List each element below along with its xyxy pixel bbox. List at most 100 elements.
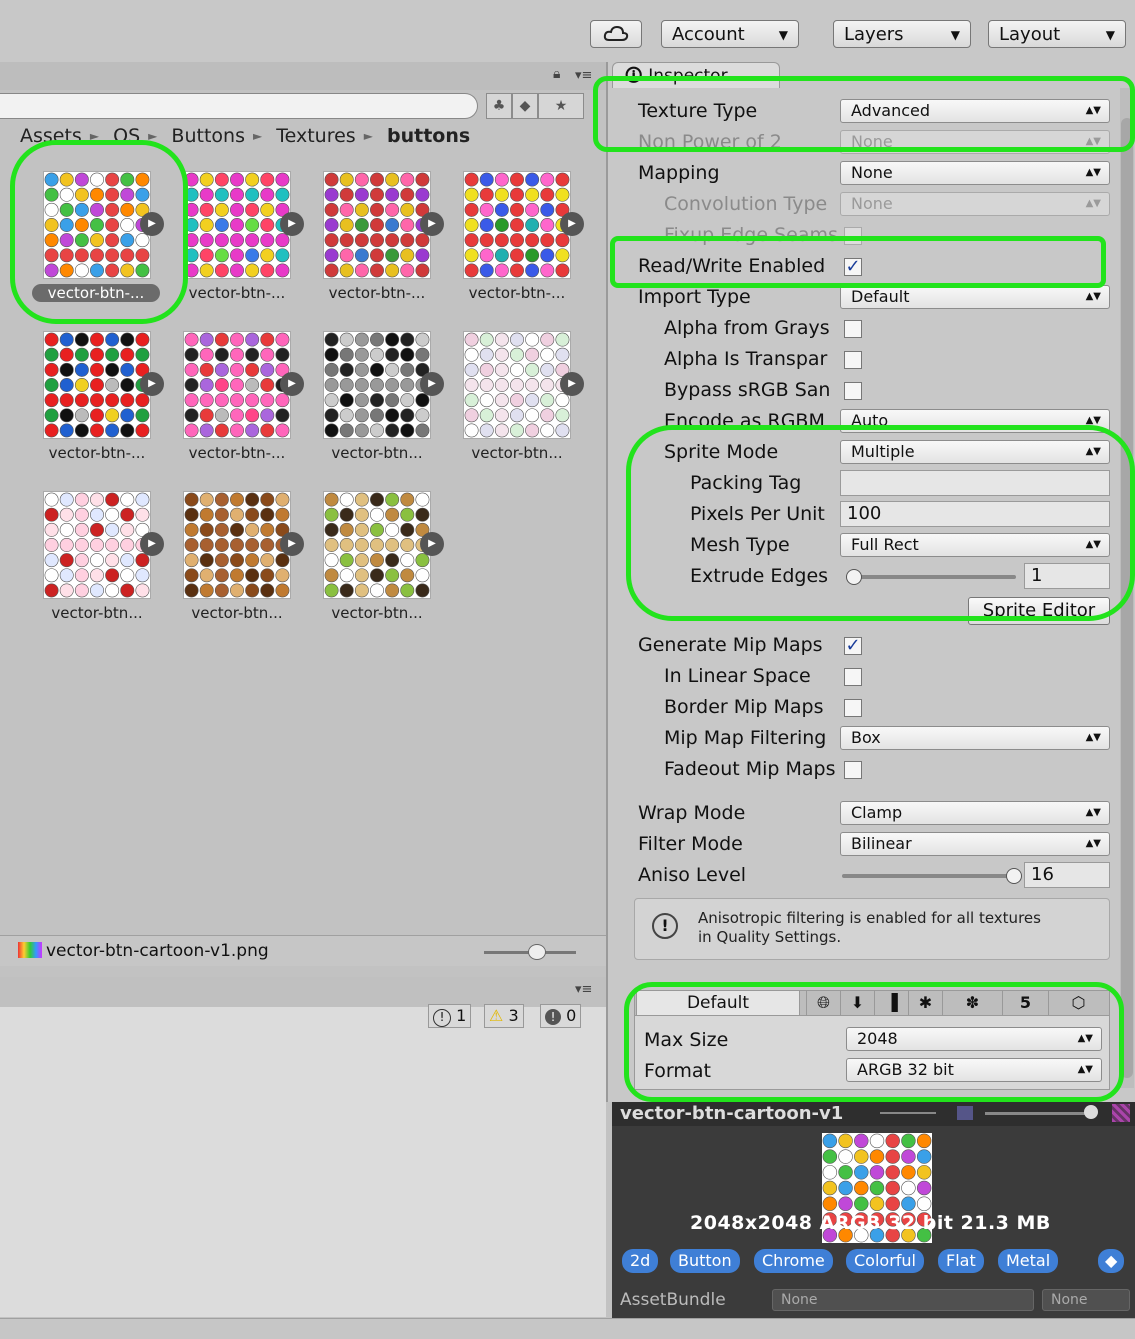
aniso-level-slider[interactable] [842, 874, 1018, 878]
play-icon[interactable]: ▶ [560, 212, 584, 236]
updown-arrow-icon: ▲▼ [1077, 1064, 1093, 1075]
console-log-area[interactable] [0, 1007, 606, 1317]
asset-tile[interactable]: ▶ vector-btn... [30, 492, 164, 642]
rgb-channel-icon[interactable] [957, 1106, 973, 1120]
iphone-platform-icon[interactable]: ▐ [874, 990, 908, 1016]
packing-tag-input[interactable] [840, 470, 1110, 496]
assetbundle-dropdown[interactable]: None [772, 1289, 1034, 1311]
border-mip-maps-checkbox[interactable] [844, 699, 862, 717]
extrude-edges-input[interactable]: 1 [1024, 563, 1110, 589]
play-icon[interactable]: ▶ [420, 372, 444, 396]
filter-label-icon[interactable]: ◆ [512, 93, 538, 119]
asset-tile[interactable]: ▶ vector-btn-... [310, 172, 444, 322]
project-search-input[interactable] [0, 93, 478, 119]
sprite-editor-button[interactable]: Sprite Editor [968, 597, 1110, 625]
aniso-level-slider-handle[interactable] [1006, 868, 1022, 884]
asset-tile[interactable]: ▶ vector-btn... [450, 332, 584, 482]
non-power-of-2-dropdown[interactable]: None ▲▼ [840, 130, 1110, 154]
lock-icon[interactable]: 🔒︎ [553, 66, 560, 82]
alpha-channel-icon[interactable] [1112, 1104, 1130, 1122]
updown-arrow-icon: ▲▼ [1085, 446, 1101, 457]
asset-label-tag[interactable]: Metal [998, 1249, 1059, 1273]
blackberry-platform-icon[interactable]: ✽ [942, 990, 1002, 1016]
filter-mode-dropdown[interactable]: Bilinear ▲▼ [840, 832, 1110, 856]
info-count-toggle[interactable]: ! 1 [428, 1004, 472, 1028]
error-count-toggle[interactable]: ! 0 [540, 1004, 582, 1028]
extrude-edges-slider[interactable] [846, 575, 1016, 579]
asset-tile[interactable]: ▶ vector-btn-... [30, 332, 164, 482]
in-linear-space-checkbox[interactable] [844, 668, 862, 686]
mesh-type-dropdown[interactable]: Full Rect ▲▼ [840, 533, 1110, 557]
panel-menu-icon[interactable]: ▾≡ [575, 982, 592, 997]
warning-count-toggle[interactable]: ⚠ 3 [484, 1004, 524, 1028]
html5-platform-icon[interactable]: 5 [1002, 990, 1048, 1016]
windows-store-platform-icon[interactable]: ⬡ [1048, 990, 1108, 1016]
asset-label-tag[interactable]: 2d [622, 1249, 659, 1273]
sprite-mode-dropdown[interactable]: Multiple ▲▼ [840, 440, 1110, 464]
asset-label-tag[interactable]: Colorful [846, 1249, 924, 1273]
max-size-dropdown[interactable]: 2048 ▲▼ [846, 1027, 1102, 1051]
layers-dropdown[interactable]: Layers ▼ [833, 20, 971, 48]
alpha-is-transparency-checkbox[interactable] [844, 351, 862, 369]
play-icon[interactable]: ▶ [420, 532, 444, 556]
pixels-per-unit-input[interactable]: 100 [840, 501, 1110, 527]
asset-tile[interactable]: ▶ vector-btn-... [170, 172, 304, 322]
asset-tile[interactable]: ▶ vector-btn... [310, 332, 444, 482]
filter-type-icon[interactable]: ♣ [486, 93, 512, 119]
mip-level-slider[interactable] [985, 1112, 1095, 1115]
extrude-edges-slider-handle[interactable] [846, 569, 862, 585]
android-platform-icon[interactable]: ✱ [908, 990, 942, 1016]
play-icon[interactable]: ▶ [140, 212, 164, 236]
panel-menu-icon[interactable]: ▾≡ [575, 68, 592, 83]
asset-tile[interactable]: ▶ vector-btn-... [450, 172, 584, 322]
breadcrumb-item[interactable]: Buttons [171, 125, 245, 147]
standalone-platform-icon[interactable]: ⬇ [840, 990, 874, 1016]
play-icon[interactable]: ▶ [140, 532, 164, 556]
add-label-icon[interactable]: ◆ [1098, 1249, 1125, 1273]
play-icon[interactable]: ▶ [280, 212, 304, 236]
layout-dropdown[interactable]: Layout ▼ [988, 20, 1126, 48]
platform-tab-default[interactable]: Default [636, 990, 800, 1016]
play-icon[interactable]: ▶ [420, 212, 444, 236]
read-write-enabled-checkbox[interactable]: ✓ [844, 258, 862, 276]
generate-mip-maps-checkbox[interactable]: ✓ [844, 637, 862, 655]
account-dropdown[interactable]: Account ▼ [661, 20, 799, 48]
convolution-type-dropdown[interactable]: None ▲▼ [840, 192, 1110, 216]
fixup-edge-seams-checkbox[interactable] [844, 227, 862, 245]
encode-rgbm-dropdown[interactable]: Auto ▲▼ [840, 409, 1110, 433]
favorite-star-icon[interactable]: ★ [538, 93, 584, 119]
mip-map-filtering-dropdown[interactable]: Box ▲▼ [840, 726, 1110, 750]
icon-size-slider-handle[interactable] [528, 944, 546, 960]
asset-label-tag[interactable]: Chrome [754, 1249, 833, 1273]
fadeout-mip-maps-checkbox[interactable] [844, 761, 862, 779]
texture-type-dropdown[interactable]: Advanced ▲▼ [840, 99, 1110, 123]
breadcrumb-item[interactable]: Assets [20, 125, 82, 147]
inspector-scrollbar-thumb[interactable] [1121, 118, 1133, 1078]
asset-tile[interactable]: ▶ vector-btn-... [30, 172, 164, 322]
assetbundle-variant-dropdown[interactable]: None [1042, 1289, 1130, 1311]
asset-tile[interactable]: ▶ vector-btn-... [170, 332, 304, 482]
breadcrumb-current[interactable]: buttons [387, 125, 470, 147]
mapping-dropdown[interactable]: None ▲▼ [840, 161, 1110, 185]
cloud-button[interactable] [590, 20, 642, 48]
asset-label-tag[interactable]: Button [670, 1249, 740, 1273]
wrap-mode-dropdown[interactable]: Clamp ▲▼ [840, 801, 1110, 825]
breadcrumb-item[interactable]: Textures [276, 125, 355, 147]
asset-tile[interactable]: ▶ vector-btn... [310, 492, 444, 642]
asset-label: vector-btn-... [48, 444, 146, 462]
alpha-from-grays-checkbox[interactable] [844, 320, 862, 338]
web-platform-icon[interactable]: 🌐︎ [806, 990, 840, 1016]
breadcrumb-item[interactable]: OS [113, 125, 140, 147]
play-icon[interactable]: ▶ [140, 372, 164, 396]
mip-level-slider-handle[interactable] [1084, 1105, 1098, 1119]
play-icon[interactable]: ▶ [280, 372, 304, 396]
asset-tile[interactable]: ▶ vector-btn... [170, 492, 304, 642]
import-type-dropdown[interactable]: Default ▲▼ [840, 285, 1110, 309]
play-icon[interactable]: ▶ [560, 372, 584, 396]
inspector-tab[interactable]: 🛈︎ Inspector [612, 62, 780, 88]
bypass-srgb-checkbox[interactable] [844, 382, 862, 400]
play-icon[interactable]: ▶ [280, 532, 304, 556]
asset-label-tag[interactable]: Flat [938, 1249, 984, 1273]
aniso-level-input[interactable]: 16 [1024, 862, 1110, 888]
format-dropdown[interactable]: ARGB 32 bit ▲▼ [846, 1058, 1102, 1082]
